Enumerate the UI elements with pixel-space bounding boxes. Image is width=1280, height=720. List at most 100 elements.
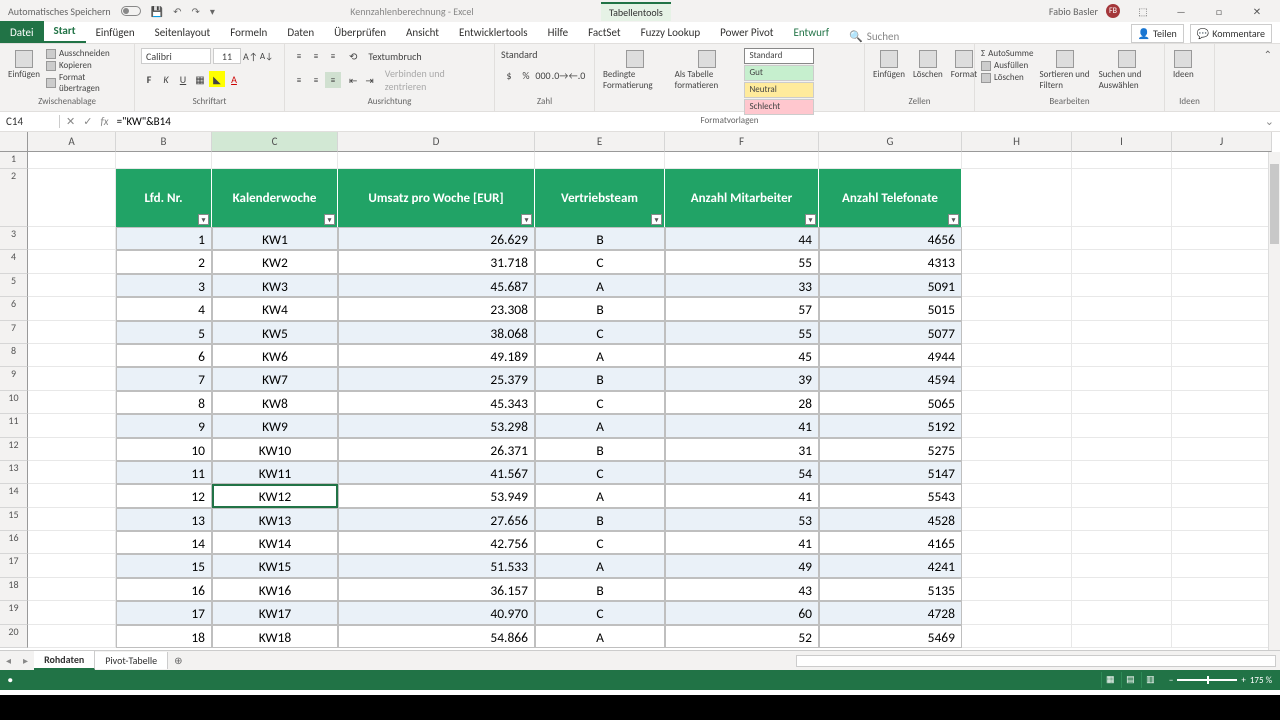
- table-cell[interactable]: KW13: [212, 508, 338, 531]
- table-cell[interactable]: KW4: [212, 297, 338, 320]
- close-icon[interactable]: ✕: [1242, 5, 1272, 18]
- expand-formula-bar-icon[interactable]: ⌄: [1259, 115, 1280, 128]
- format-as-table-button[interactable]: Als Tabelle formatieren: [673, 48, 741, 93]
- cell[interactable]: [1172, 152, 1272, 169]
- column-header-F[interactable]: F: [665, 132, 819, 152]
- table-cell[interactable]: 4: [116, 297, 212, 320]
- column-header-A[interactable]: A: [28, 132, 116, 152]
- table-cell[interactable]: 28: [665, 391, 819, 414]
- sort-filter-button[interactable]: Sortieren und Filtern: [1037, 48, 1092, 93]
- cell[interactable]: [962, 508, 1072, 531]
- add-sheet-button[interactable]: ⊕: [168, 654, 188, 667]
- cell[interactable]: [1072, 227, 1172, 250]
- filter-dropdown-lfd[interactable]: ▾: [198, 214, 209, 225]
- row-header-12[interactable]: 12: [0, 438, 28, 461]
- table-cell[interactable]: KW15: [212, 554, 338, 577]
- table-cell[interactable]: 5: [116, 321, 212, 344]
- table-cell[interactable]: 4728: [819, 601, 962, 624]
- clear-button[interactable]: Löschen: [981, 72, 1033, 83]
- cell[interactable]: [1072, 554, 1172, 577]
- tell-me-search[interactable]: 🔍 Suchen: [849, 30, 899, 43]
- wrap-text-button[interactable]: Textumbruch: [365, 50, 421, 63]
- cell[interactable]: [1172, 227, 1272, 250]
- cell[interactable]: [962, 152, 1072, 169]
- cell[interactable]: [1072, 461, 1172, 484]
- row-header-17[interactable]: 17: [0, 554, 28, 577]
- table-cell[interactable]: C: [535, 321, 665, 344]
- cell[interactable]: [28, 601, 116, 624]
- cell[interactable]: [28, 461, 116, 484]
- cell[interactable]: [1172, 297, 1272, 320]
- row-header-5[interactable]: 5: [0, 274, 28, 297]
- cell[interactable]: [962, 367, 1072, 390]
- table-header-kw[interactable]: Kalenderwoche▾: [212, 169, 338, 227]
- table-cell[interactable]: 31.718: [338, 250, 535, 273]
- save-icon[interactable]: 💾: [151, 5, 163, 18]
- cell[interactable]: [1072, 152, 1172, 169]
- fill-button[interactable]: Ausfüllen: [981, 60, 1033, 71]
- table-cell[interactable]: 7: [116, 367, 212, 390]
- style-schlecht[interactable]: Schlecht: [744, 99, 814, 115]
- cell[interactable]: [28, 227, 116, 250]
- row-header-20[interactable]: 20: [0, 625, 28, 648]
- table-header-umsatz[interactable]: Umsatz pro Woche [EUR]▾: [338, 169, 535, 227]
- table-cell[interactable]: 18: [116, 625, 212, 648]
- table-cell[interactable]: 5065: [819, 391, 962, 414]
- cell[interactable]: [1172, 367, 1272, 390]
- cell[interactable]: [1072, 508, 1172, 531]
- row-header-18[interactable]: 18: [0, 578, 28, 601]
- cell[interactable]: [28, 508, 116, 531]
- table-cell[interactable]: B: [535, 508, 665, 531]
- cell[interactable]: [28, 250, 116, 273]
- user-avatar[interactable]: FB: [1106, 4, 1120, 18]
- name-box[interactable]: C14: [0, 115, 60, 128]
- indent-decrease-icon[interactable]: ⇤: [349, 74, 357, 87]
- cell[interactable]: [1072, 250, 1172, 273]
- table-cell[interactable]: 5135: [819, 578, 962, 601]
- insert-cells-button[interactable]: Einfügen: [871, 48, 907, 82]
- cell[interactable]: [962, 438, 1072, 461]
- table-cell[interactable]: 53.298: [338, 414, 535, 437]
- cell[interactable]: [1172, 461, 1272, 484]
- table-cell[interactable]: 31: [665, 438, 819, 461]
- cell[interactable]: [1172, 531, 1272, 554]
- table-cell[interactable]: 6: [116, 344, 212, 367]
- table-cell[interactable]: A: [535, 344, 665, 367]
- cell[interactable]: [1172, 554, 1272, 577]
- comma-format-icon[interactable]: 000: [535, 67, 551, 83]
- cell-styles-gallery[interactable]: Standard Gut Neutral Schlecht: [744, 48, 858, 115]
- table-cell[interactable]: 4241: [819, 554, 962, 577]
- table-header-tel[interactable]: Anzahl Telefonate▾: [819, 169, 962, 227]
- qat-customize-icon[interactable]: ▾: [210, 5, 215, 18]
- table-cell[interactable]: 41.567: [338, 461, 535, 484]
- table-cell[interactable]: 11: [116, 461, 212, 484]
- cut-button[interactable]: Ausschneiden: [46, 48, 128, 59]
- vertical-scrollbar[interactable]: [1268, 152, 1280, 650]
- table-cell[interactable]: 10: [116, 438, 212, 461]
- row-header-6[interactable]: 6: [0, 297, 28, 320]
- cell[interactable]: [962, 484, 1072, 507]
- table-cell[interactable]: 4594: [819, 367, 962, 390]
- table-cell[interactable]: 44: [665, 227, 819, 250]
- cell[interactable]: [1172, 250, 1272, 273]
- zoom-level[interactable]: 175 %: [1250, 675, 1272, 686]
- table-cell[interactable]: 23.308: [338, 297, 535, 320]
- user-name[interactable]: Fabio Basler: [1049, 5, 1098, 18]
- cell[interactable]: [1072, 578, 1172, 601]
- cell[interactable]: [962, 227, 1072, 250]
- merge-button[interactable]: Verbinden und zentrieren: [382, 67, 488, 93]
- cell[interactable]: [1072, 625, 1172, 648]
- table-cell[interactable]: B: [535, 578, 665, 601]
- maximize-icon[interactable]: □: [1204, 5, 1234, 18]
- table-cell[interactable]: 4944: [819, 344, 962, 367]
- tab-factset[interactable]: FactSet: [578, 22, 631, 43]
- style-standard[interactable]: Standard: [744, 48, 814, 64]
- page-layout-view-icon[interactable]: ▤: [1121, 672, 1139, 688]
- cell[interactable]: [28, 344, 116, 367]
- underline-button[interactable]: U: [175, 71, 191, 87]
- table-cell[interactable]: 45.687: [338, 274, 535, 297]
- tab-einfugen[interactable]: Einfügen: [86, 22, 145, 43]
- share-button[interactable]: 👤Teilen: [1131, 24, 1184, 43]
- table-cell[interactable]: 43: [665, 578, 819, 601]
- cell[interactable]: [1072, 438, 1172, 461]
